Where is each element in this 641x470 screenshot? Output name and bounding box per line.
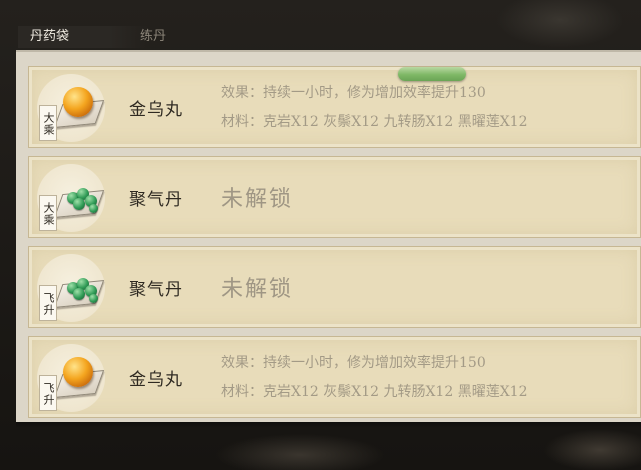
pill-effect: 效果：持续一小时，修为增加效率提升130 <box>221 85 486 101</box>
pill-name: 聚气丹 <box>129 190 183 210</box>
pill-name: 金乌丸 <box>129 370 183 390</box>
golden-pill-icon <box>63 357 93 387</box>
tab-alchemy[interactable]: 练丹 <box>128 26 178 48</box>
locked-label: 未解锁 <box>221 277 294 302</box>
pill-list-panel[interactable]: 大乘 金乌丸 效果：持续一小时，修为增加效率提升130 材料：克岩X12 灰鬃X… <box>16 50 641 422</box>
pill-row[interactable]: 飞升 金乌丸 效果：持续一小时，修为增加效率提升150 材料：克岩X12 灰鬃X… <box>28 336 641 418</box>
realm-tag: 飞升 <box>39 285 57 321</box>
green-beads-icon <box>63 186 99 213</box>
scroll-indicator[interactable] <box>398 67 466 81</box>
locked-label: 未解锁 <box>221 187 294 212</box>
pill-row[interactable]: 大乘 聚气丹 未解锁 <box>28 156 641 238</box>
green-beads-icon <box>63 276 99 303</box>
realm-tag: 大乘 <box>39 105 57 141</box>
tab-bar: 丹药袋 练丹 <box>0 22 641 50</box>
pill-row[interactable]: 大乘 金乌丸 效果：持续一小时，修为增加效率提升130 材料：克岩X12 灰鬃X… <box>28 66 641 148</box>
pill-effect: 效果：持续一小时，修为增加效率提升150 <box>221 355 486 371</box>
realm-tag: 大乘 <box>39 195 57 231</box>
pill-name: 金乌丸 <box>129 100 183 120</box>
golden-pill-icon <box>63 87 93 117</box>
realm-tag: 飞升 <box>39 375 57 411</box>
pill-materials: 材料：克岩X12 灰鬃X12 九转肠X12 黑曜莲X12 <box>221 114 528 130</box>
pill-row[interactable]: 飞升 聚气丹 未解锁 <box>28 246 641 328</box>
pill-materials: 材料：克岩X12 灰鬃X12 九转肠X12 黑曜莲X12 <box>221 384 528 400</box>
pill-name: 聚气丹 <box>129 280 183 300</box>
panel-shadow <box>16 422 641 428</box>
